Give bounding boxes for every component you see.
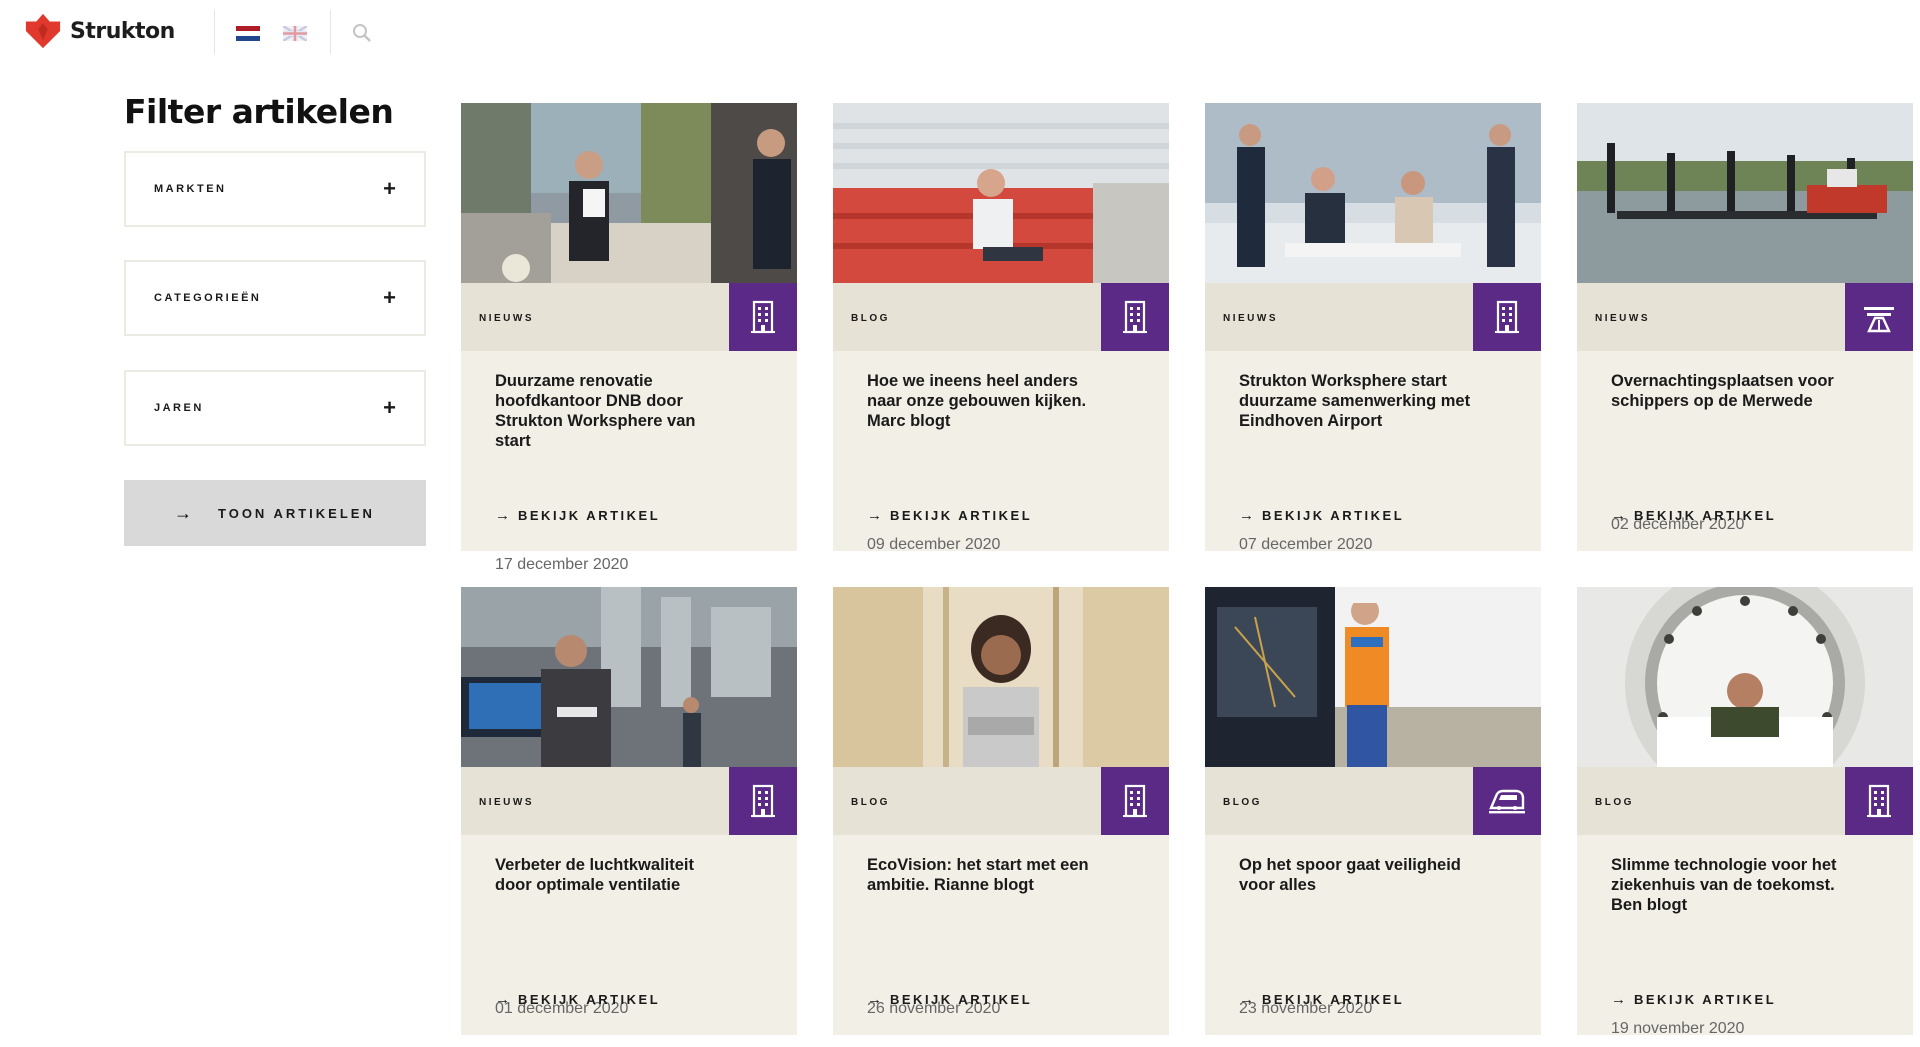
view-article-link[interactable]: → BEKIJK ARTIKEL	[1611, 991, 1776, 1008]
view-article-label: BEKIJK ARTIKEL	[1634, 992, 1777, 1007]
article-category-band: NIEUWS	[461, 767, 797, 835]
road-icon	[1845, 283, 1913, 351]
view-article-link[interactable]: → BEKIJK ARTIKEL	[867, 507, 1032, 524]
view-article-label: BEKIJK ARTIKEL	[518, 992, 661, 1007]
logo[interactable]: Strukton	[24, 12, 175, 50]
article-card[interactable]: BLOG Op het spoor gaat veiligheid voor al…	[1205, 587, 1541, 1035]
article-card[interactable]: NIEUWS Verbeter de luchtkwaliteit door op…	[461, 587, 797, 1035]
article-category-band: NIEUWS	[1577, 283, 1913, 351]
article-title[interactable]: Slimme technologie voor het ziekenhuis v…	[1611, 855, 1851, 915]
building-icon	[1101, 767, 1169, 835]
plus-icon[interactable]: +	[383, 178, 396, 200]
article-category-band: BLOG	[1205, 767, 1541, 835]
show-articles-label: TOON ARTIKELEN	[218, 505, 375, 521]
view-article-label: BEKIJK ARTIKEL	[890, 508, 1033, 523]
article-image[interactable]	[1577, 587, 1913, 767]
view-article-label: BEKIJK ARTIKEL	[890, 992, 1033, 1007]
filter-sidebar: Filter artikelen MARKTEN + CATEGORIEËN +…	[124, 92, 426, 546]
article-category: NIEUWS	[1223, 313, 1278, 324]
flag-nl-icon[interactable]	[236, 26, 260, 41]
arrow-right-icon: →	[495, 507, 510, 524]
search-icon[interactable]	[352, 23, 372, 43]
sidebar-title: Filter artikelen	[124, 92, 394, 131]
article-image[interactable]	[1205, 587, 1541, 767]
strukton-logo-icon	[25, 13, 61, 49]
article-category: NIEUWS	[479, 313, 534, 324]
article-category: NIEUWS	[1595, 313, 1650, 324]
filter-categorieen[interactable]: CATEGORIEËN +	[124, 260, 426, 336]
article-category-band: BLOG	[833, 767, 1169, 835]
article-title[interactable]: Verbeter de luchtkwaliteit door optimale…	[495, 855, 735, 895]
view-article-link[interactable]: → BEKIJK ARTIKEL	[1239, 991, 1404, 1008]
flag-uk-icon[interactable]	[283, 26, 307, 41]
article-title[interactable]: Hoe we ineens heel anders naar onze gebo…	[867, 371, 1107, 431]
view-article-link[interactable]: → BEKIJK ARTIKEL	[1239, 507, 1404, 524]
view-article-label: BEKIJK ARTIKEL	[1262, 508, 1405, 523]
arrow-right-icon: →	[1611, 991, 1626, 1008]
arrow-right-icon: →	[867, 507, 882, 524]
article-category: NIEUWS	[479, 797, 534, 808]
article-title[interactable]: EcoVision: het start met een ambitie. Ri…	[867, 855, 1107, 895]
view-article-label: BEKIJK ARTIKEL	[1634, 508, 1777, 523]
article-image[interactable]	[833, 587, 1169, 767]
arrow-right-icon: →	[174, 502, 192, 523]
view-article-link[interactable]: → BEKIJK ARTIKEL	[495, 507, 660, 524]
article-card[interactable]: BLOG EcoVision: het start met een ambitie…	[833, 587, 1169, 1035]
article-category: BLOG	[1595, 797, 1634, 808]
view-article-link[interactable]: → BEKIJK ARTIKEL	[1611, 507, 1776, 524]
article-category-band: BLOG	[833, 283, 1169, 351]
filter-label: JAREN	[154, 402, 204, 414]
article-image[interactable]	[1205, 103, 1541, 283]
filter-label: CATEGORIEËN	[154, 292, 262, 304]
filter-label: MARKTEN	[154, 183, 227, 195]
article-card[interactable]: NIEUWS Overnachtingsplaatsen voor schippe…	[1577, 103, 1913, 551]
view-article-label: BEKIJK ARTIKEL	[518, 508, 661, 523]
arrow-right-icon: →	[1611, 507, 1626, 524]
article-card[interactable]: NIEUWS Duurzame renovatie hoofdkantoor DN…	[461, 103, 797, 573]
filter-jaren[interactable]: JAREN +	[124, 370, 426, 446]
arrow-right-icon: →	[867, 991, 882, 1008]
view-article-label: BEKIJK ARTIKEL	[1262, 992, 1405, 1007]
article-card[interactable]: NIEUWS Strukton Worksphere start duurzame…	[1205, 103, 1541, 553]
plus-icon[interactable]: +	[383, 397, 396, 419]
article-date: 19 november 2020	[1611, 1020, 1745, 1037]
article-card[interactable]: BLOG Hoe we ineens heel anders naar onze …	[833, 103, 1169, 553]
building-icon	[1473, 283, 1541, 351]
article-image[interactable]	[461, 103, 797, 283]
article-image[interactable]	[461, 587, 797, 767]
article-title[interactable]: Op het spoor gaat veiligheid voor alles	[1239, 855, 1479, 895]
view-article-link[interactable]: → BEKIJK ARTIKEL	[867, 991, 1032, 1008]
building-icon	[729, 283, 797, 351]
article-category: BLOG	[851, 313, 890, 324]
arrow-right-icon: →	[1239, 507, 1254, 524]
view-article-link[interactable]: → BEKIJK ARTIKEL	[495, 991, 660, 1008]
filter-markten[interactable]: MARKTEN +	[124, 151, 426, 227]
article-title[interactable]: Overnachtingsplaatsen voor schippers op …	[1611, 371, 1851, 411]
article-date: 09 december 2020	[867, 536, 1001, 553]
show-articles-button[interactable]: → TOON ARTIKELEN	[124, 480, 426, 546]
article-card[interactable]: BLOG Slimme technologie voor het ziekenhu…	[1577, 587, 1913, 1037]
article-category-band: NIEUWS	[1205, 283, 1541, 351]
article-category: BLOG	[851, 797, 890, 808]
header-divider	[330, 10, 331, 54]
arrow-right-icon: →	[495, 991, 510, 1008]
article-date: 07 december 2020	[1239, 536, 1373, 553]
building-icon	[729, 767, 797, 835]
article-category-band: NIEUWS	[461, 283, 797, 351]
article-category: BLOG	[1223, 797, 1262, 808]
plus-icon[interactable]: +	[383, 287, 396, 309]
building-icon	[1845, 767, 1913, 835]
train-icon	[1473, 767, 1541, 835]
building-icon	[1101, 283, 1169, 351]
arrow-right-icon: →	[1239, 991, 1254, 1008]
article-image[interactable]	[833, 103, 1169, 283]
header-divider	[214, 10, 215, 54]
article-image[interactable]	[1577, 103, 1913, 283]
site-header: Strukton	[0, 0, 1920, 62]
article-date: 17 december 2020	[495, 556, 629, 573]
article-title[interactable]: Strukton Worksphere start duurzame samen…	[1239, 371, 1479, 431]
article-title[interactable]: Duurzame renovatie hoofdkantoor DNB door…	[495, 371, 735, 451]
brand-name: Strukton	[70, 18, 175, 44]
article-category-band: BLOG	[1577, 767, 1913, 835]
